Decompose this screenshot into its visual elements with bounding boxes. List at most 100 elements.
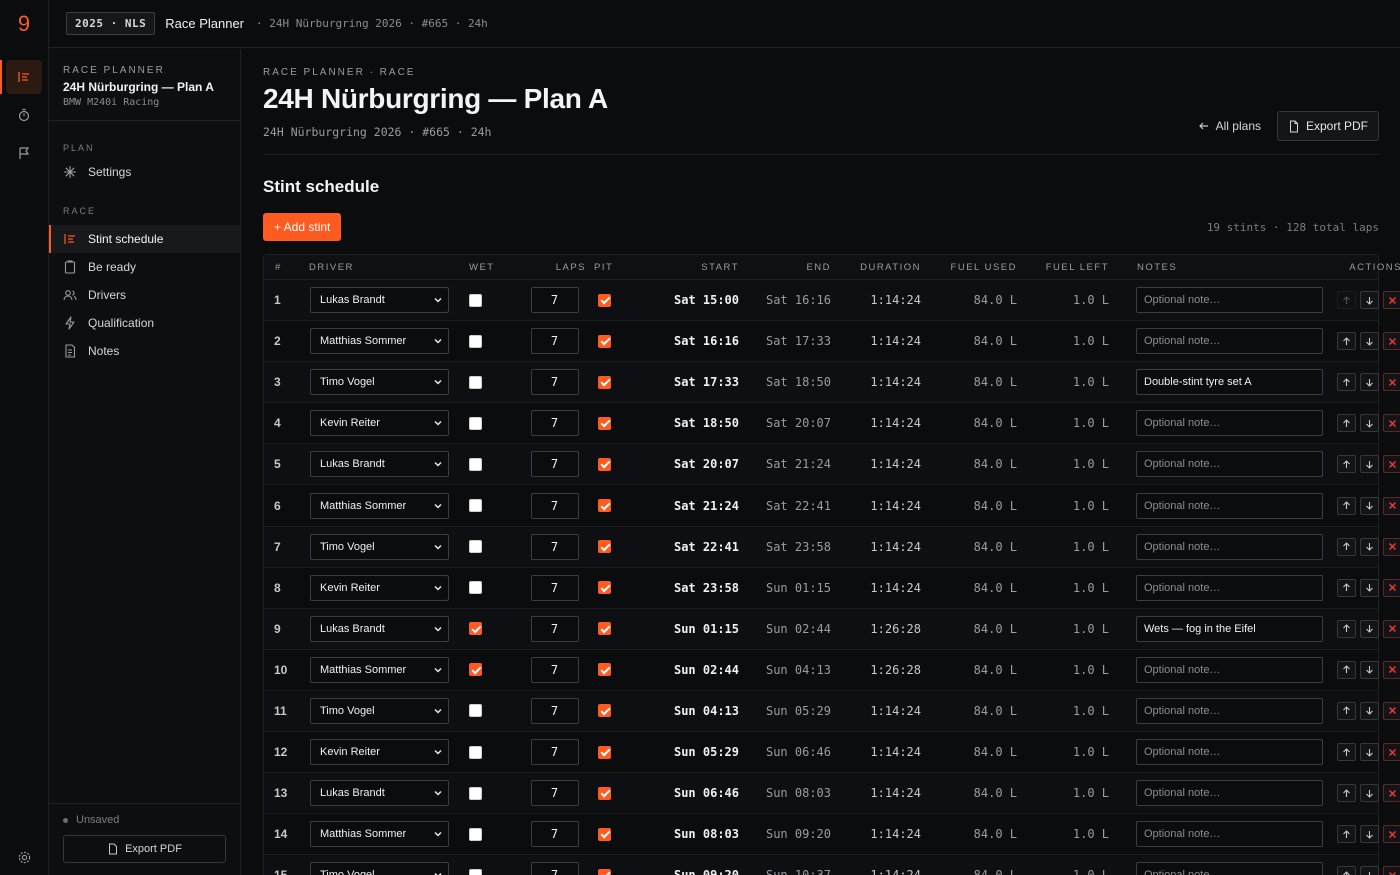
laps-input[interactable]: 7	[530, 739, 579, 766]
sidebar-item-notes[interactable]: Notes	[49, 337, 240, 365]
notes-input[interactable]: Optional note…	[1136, 328, 1323, 355]
laps-input[interactable]: 7	[530, 574, 579, 601]
move-down-button[interactable]	[1360, 496, 1379, 515]
move-up-button[interactable]	[1337, 455, 1356, 474]
move-down-button[interactable]	[1360, 701, 1379, 720]
notes-input[interactable]: Optional note…	[1136, 780, 1323, 807]
move-down-button[interactable]	[1360, 784, 1379, 803]
notes-input[interactable]: Optional note…	[1136, 656, 1323, 683]
delete-stint-button[interactable]	[1383, 537, 1400, 556]
driver-select[interactable]: Timo Vogel	[310, 862, 449, 875]
move-up-button[interactable]	[1337, 537, 1356, 556]
wet-checkbox[interactable]	[469, 540, 482, 554]
laps-input[interactable]: 7	[530, 821, 579, 848]
wet-checkbox[interactable]	[469, 293, 482, 307]
delete-stint-button[interactable]	[1383, 414, 1400, 433]
laps-input[interactable]: 7	[530, 410, 579, 437]
move-down-button[interactable]	[1360, 660, 1379, 679]
notes-input[interactable]: Optional note…	[1136, 492, 1323, 519]
move-up-button[interactable]	[1337, 332, 1356, 351]
move-down-button[interactable]	[1360, 373, 1379, 392]
driver-select[interactable]: Timo Vogel	[310, 697, 449, 724]
laps-input[interactable]: 7	[530, 451, 579, 478]
pit-checkbox[interactable]	[598, 540, 611, 554]
driver-select[interactable]: Matthias Sommer	[310, 328, 449, 355]
pit-checkbox[interactable]	[598, 622, 611, 636]
export-pdf-button[interactable]: Export PDF	[1276, 111, 1379, 141]
move-up-button[interactable]	[1337, 496, 1356, 515]
move-down-button[interactable]	[1360, 619, 1379, 638]
wet-checkbox[interactable]	[469, 416, 482, 430]
move-down-button[interactable]	[1360, 825, 1379, 844]
notes-input[interactable]: Wets — fog in the Eifel	[1136, 615, 1323, 642]
notes-input[interactable]: Double-stint tyre set A	[1136, 369, 1323, 396]
add-stint-button[interactable]: + Add stint	[263, 213, 342, 241]
delete-stint-button[interactable]	[1383, 660, 1400, 679]
notes-input[interactable]: Optional note…	[1136, 451, 1323, 478]
wet-checkbox[interactable]	[469, 745, 482, 759]
laps-input[interactable]: 7	[530, 533, 579, 560]
delete-stint-button[interactable]	[1383, 291, 1400, 310]
app-logo[interactable]: 9	[0, 0, 48, 48]
move-down-button[interactable]	[1360, 578, 1379, 597]
sidebar-export-pdf-button[interactable]: Export PDF	[63, 835, 226, 863]
move-down-button[interactable]	[1360, 291, 1379, 310]
season-badge[interactable]: 2025 · NLS	[66, 12, 156, 35]
pit-checkbox[interactable]	[598, 581, 611, 595]
delete-stint-button[interactable]	[1383, 825, 1400, 844]
laps-input[interactable]: 7	[530, 287, 579, 314]
laps-input[interactable]: 7	[530, 369, 579, 396]
move-up-button[interactable]	[1337, 743, 1356, 762]
driver-select[interactable]: Lukas Brandt	[310, 615, 449, 642]
driver-select[interactable]: Kevin Reiter	[310, 739, 449, 766]
notes-input[interactable]: Optional note…	[1136, 410, 1323, 437]
notes-input[interactable]: Optional note…	[1136, 739, 1323, 766]
wet-checkbox[interactable]	[469, 499, 482, 513]
sidebar-item-drivers[interactable]: Drivers	[49, 281, 240, 309]
delete-stint-button[interactable]	[1383, 619, 1400, 638]
laps-input[interactable]: 7	[530, 780, 579, 807]
pit-checkbox[interactable]	[598, 416, 611, 430]
wet-checkbox[interactable]	[469, 827, 482, 841]
driver-select[interactable]: Lukas Brandt	[310, 780, 449, 807]
notes-input[interactable]: Optional note…	[1136, 697, 1323, 724]
driver-select[interactable]: Kevin Reiter	[310, 574, 449, 601]
sidebar-item-be-ready[interactable]: Be ready	[49, 253, 240, 281]
delete-stint-button[interactable]	[1383, 332, 1400, 351]
laps-input[interactable]: 7	[530, 615, 579, 642]
pit-checkbox[interactable]	[598, 293, 611, 307]
pit-checkbox[interactable]	[598, 663, 611, 677]
laps-input[interactable]: 7	[530, 656, 579, 683]
notes-input[interactable]: Optional note…	[1136, 574, 1323, 601]
wet-checkbox[interactable]	[469, 581, 482, 595]
pit-checkbox[interactable]	[598, 827, 611, 841]
delete-stint-button[interactable]	[1383, 455, 1400, 474]
driver-select[interactable]: Matthias Sommer	[310, 492, 449, 519]
driver-select[interactable]: Timo Vogel	[310, 533, 449, 560]
laps-input[interactable]: 7	[530, 492, 579, 519]
delete-stint-button[interactable]	[1383, 784, 1400, 803]
notes-input[interactable]: Optional note…	[1136, 533, 1323, 560]
driver-select[interactable]: Matthias Sommer	[310, 656, 449, 683]
delete-stint-button[interactable]	[1383, 743, 1400, 762]
move-up-button[interactable]	[1337, 619, 1356, 638]
driver-select[interactable]: Timo Vogel	[310, 369, 449, 396]
move-down-button[interactable]	[1360, 414, 1379, 433]
delete-stint-button[interactable]	[1383, 373, 1400, 392]
wet-checkbox[interactable]	[469, 786, 482, 800]
move-down-button[interactable]	[1360, 332, 1379, 351]
driver-select[interactable]: Kevin Reiter	[310, 410, 449, 437]
move-up-button[interactable]	[1337, 578, 1356, 597]
notes-input[interactable]: Optional note…	[1136, 862, 1323, 875]
driver-select[interactable]: Lukas Brandt	[310, 287, 449, 314]
driver-select[interactable]: Matthias Sommer	[310, 821, 449, 848]
pit-checkbox[interactable]	[598, 868, 611, 875]
sidebar-item-qualification[interactable]: Qualification	[49, 309, 240, 337]
move-up-button[interactable]	[1337, 784, 1356, 803]
delete-stint-button[interactable]	[1383, 578, 1400, 597]
pit-checkbox[interactable]	[598, 704, 611, 718]
sidebar-item-settings[interactable]: Settings	[49, 158, 240, 186]
laps-input[interactable]: 7	[530, 328, 579, 355]
rail-stopwatch-button[interactable]	[6, 98, 42, 132]
rail-settings-button[interactable]	[6, 840, 42, 874]
